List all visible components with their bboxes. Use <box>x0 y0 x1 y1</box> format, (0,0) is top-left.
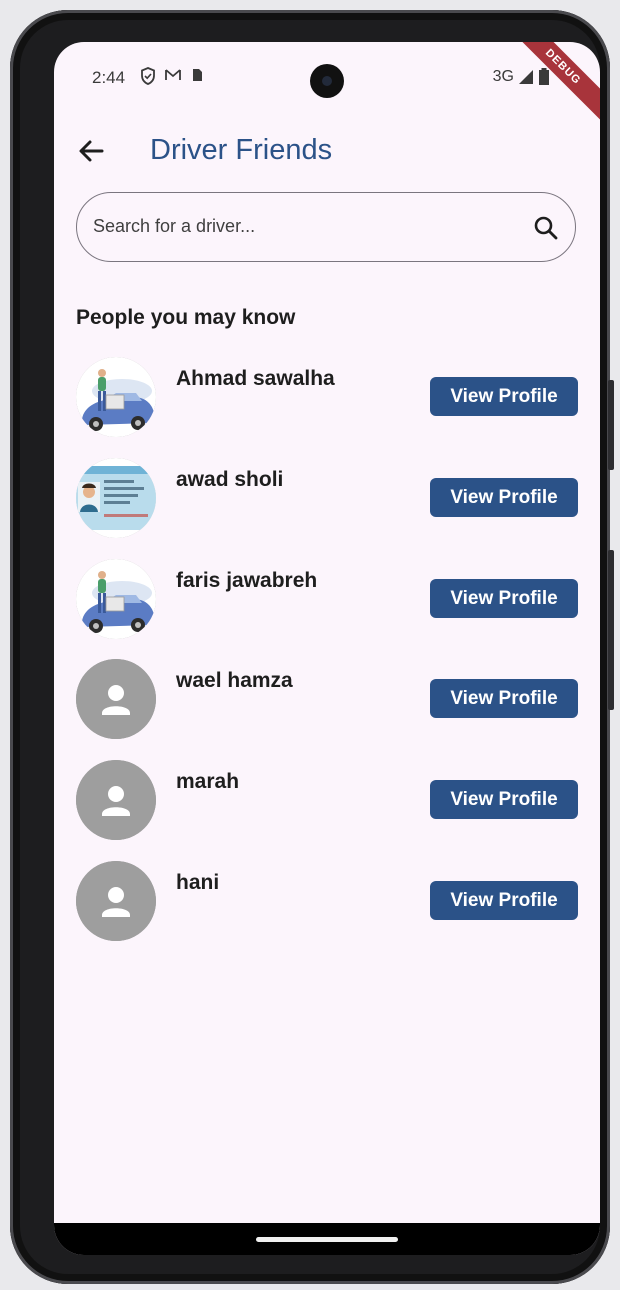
page-title: Driver Friends <box>150 134 333 166</box>
list-item: Ahmad sawalha View Profile <box>54 357 600 458</box>
list-item: hani View Profile <box>54 860 600 962</box>
avatar[interactable] <box>76 760 156 841</box>
list-item: faris jawabreh View Profile <box>54 558 600 660</box>
search-placeholder: Search for a driver... <box>93 216 256 236</box>
person-icon <box>76 659 156 740</box>
shield-icon <box>141 67 155 85</box>
signal-icon <box>519 70 533 84</box>
avatar[interactable] <box>76 558 156 639</box>
power-button <box>608 380 614 470</box>
volume-button <box>608 550 614 710</box>
screen: 2:44 3G DEBUG Driver Friends Search for … <box>54 42 600 1255</box>
person-name: Ahmad sawalha <box>176 367 335 390</box>
app-bar: Driver Friends <box>54 126 600 182</box>
person-name: marah <box>176 770 240 794</box>
phone-frame: 2:44 3G DEBUG Driver Friends Search for … <box>10 10 614 1284</box>
avatar[interactable] <box>76 860 156 941</box>
status-bar: 2:44 3G DEBUG <box>54 42 600 128</box>
gmail-icon <box>165 69 181 80</box>
avatar[interactable] <box>76 357 156 437</box>
network-label: 3G <box>492 68 514 85</box>
view-profile-button[interactable]: View Profile <box>430 578 578 618</box>
list-item: marah View Profile <box>54 760 600 861</box>
view-profile-button[interactable]: View Profile <box>430 477 578 517</box>
status-time: 2:44 <box>92 68 126 87</box>
arrow-back-icon[interactable] <box>76 136 106 166</box>
people-list: Ahmad sawalha View Profile awad sholi Vi… <box>54 357 600 962</box>
system-nav-bar <box>54 1223 600 1255</box>
list-item: awad sholi View Profile <box>54 457 600 559</box>
avatar[interactable] <box>76 659 156 740</box>
person-name: hani <box>176 870 220 894</box>
avatar[interactable] <box>76 457 156 538</box>
view-profile-button[interactable]: View Profile <box>430 377 578 416</box>
person-name: awad sholi <box>176 467 284 491</box>
person-name: wael hamza <box>176 669 293 693</box>
person-icon <box>76 860 156 941</box>
search-icon[interactable] <box>533 215 559 241</box>
front-camera <box>310 64 344 98</box>
person-name: faris jawabreh <box>176 568 318 592</box>
person-icon <box>76 760 156 841</box>
search-input[interactable]: Search for a driver... <box>76 192 576 262</box>
view-profile-button[interactable]: View Profile <box>430 679 578 719</box>
section-title: People you may know <box>76 306 296 329</box>
list-item: wael hamza View Profile <box>54 659 600 760</box>
network-indicator: 3G <box>493 68 550 86</box>
license-card-icon <box>76 457 156 538</box>
battery-icon <box>539 68 549 85</box>
home-indicator[interactable] <box>256 1237 398 1242</box>
sim-card-icon <box>193 69 202 81</box>
status-icons <box>140 67 204 85</box>
car-illustration-icon <box>76 558 156 639</box>
view-profile-button[interactable]: View Profile <box>430 780 578 820</box>
car-illustration-icon <box>76 357 156 437</box>
view-profile-button[interactable]: View Profile <box>430 880 578 920</box>
